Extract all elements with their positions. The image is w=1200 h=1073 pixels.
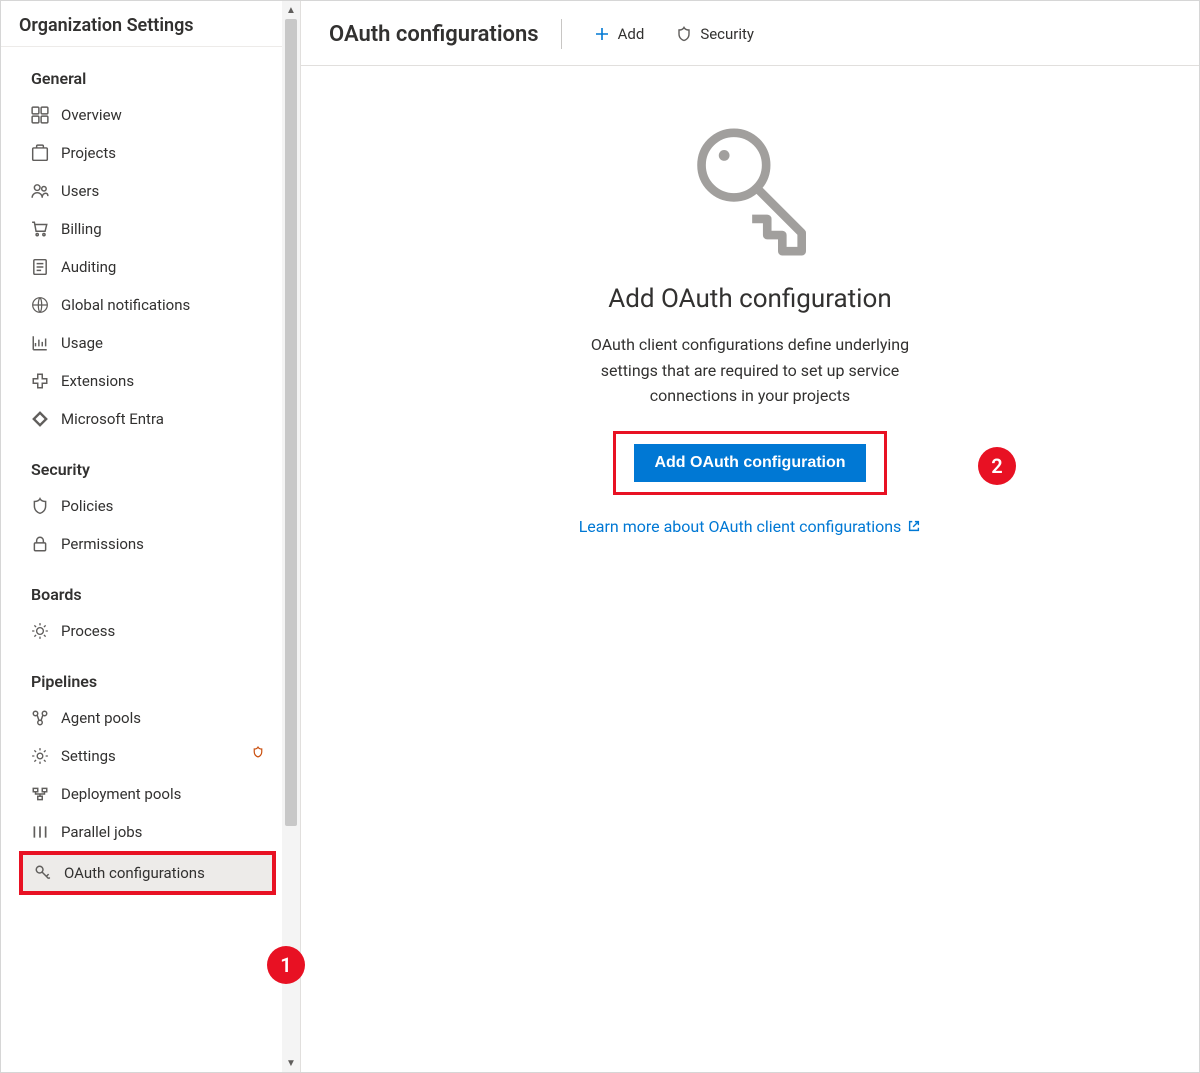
security-button[interactable]: Security — [666, 19, 764, 49]
sidebar-item-label: Users — [61, 182, 264, 200]
sidebar-item-extensions[interactable]: Extensions — [1, 362, 294, 400]
agent-pools-icon — [31, 709, 49, 727]
sidebar-item-label: Global notifications — [61, 296, 264, 314]
auditing-icon — [31, 258, 49, 276]
sidebar-item-process[interactable]: Process — [1, 612, 294, 650]
add-oauth-configuration-button[interactable]: Add OAuth configuration — [634, 444, 865, 482]
empty-state: Add OAuth configuration OAuth client con… — [301, 66, 1199, 1072]
key-icon — [34, 864, 52, 882]
sidebar-item-label: Auditing — [61, 258, 264, 276]
lock-icon — [31, 535, 49, 553]
sidebar-item-auditing[interactable]: Auditing — [1, 248, 294, 286]
process-icon — [31, 622, 49, 640]
sidebar-item-pipeline-settings[interactable]: Settings — [1, 737, 294, 775]
divider — [561, 19, 562, 49]
empty-description: OAuth client configurations define under… — [580, 332, 920, 409]
sidebar: Organization Settings General Overview P… — [1, 1, 301, 1072]
key-illustration-icon — [685, 122, 815, 262]
add-button-label: Add — [618, 25, 645, 43]
sidebar-title: Organization Settings — [1, 1, 300, 47]
annotation-callout-2: 2 — [978, 447, 1016, 485]
sidebar-item-billing[interactable]: Billing — [1, 210, 294, 248]
sidebar-item-label: Permissions — [61, 535, 264, 553]
sidebar-item-global-notifications[interactable]: Global notifications — [1, 286, 294, 324]
sidebar-item-agent-pools[interactable]: Agent pools — [1, 699, 294, 737]
sidebar-item-label: Overview — [61, 106, 264, 124]
scroll-down-icon[interactable]: ▼ — [282, 1054, 300, 1072]
section-heading-general: General — [1, 47, 294, 96]
scroll-up-icon[interactable]: ▲ — [282, 1, 300, 19]
section-heading-pipelines: Pipelines — [1, 650, 294, 699]
sidebar-item-parallel-jobs[interactable]: Parallel jobs — [1, 813, 294, 851]
sidebar-item-overview[interactable]: Overview — [1, 96, 294, 134]
policy-icon — [31, 497, 49, 515]
main: OAuth configurations Add Security — [301, 1, 1199, 1072]
gear-icon — [31, 747, 49, 765]
sidebar-item-label: Billing — [61, 220, 264, 238]
scrollbar[interactable]: ▲ ▼ — [282, 1, 300, 1072]
shield-icon — [676, 26, 692, 42]
sidebar-item-permissions[interactable]: Permissions — [1, 525, 294, 563]
entra-icon — [31, 410, 49, 428]
sidebar-item-label: Usage — [61, 334, 264, 352]
sidebar-item-policies[interactable]: Policies — [1, 487, 294, 525]
chart-icon — [31, 334, 49, 352]
page-title: OAuth configurations — [329, 22, 539, 47]
globe-icon — [31, 296, 49, 314]
extensions-icon — [31, 372, 49, 390]
sidebar-item-projects[interactable]: Projects — [1, 134, 294, 172]
sidebar-item-oauth-configurations[interactable]: OAuth configurations — [19, 851, 276, 895]
deployment-icon — [31, 785, 49, 803]
sidebar-item-label: Agent pools — [61, 709, 264, 727]
sidebar-item-label: Parallel jobs — [61, 823, 264, 841]
sidebar-item-label: Process — [61, 622, 264, 640]
section-heading-boards: Boards — [1, 563, 294, 612]
page-header: OAuth configurations Add Security — [301, 1, 1199, 66]
sidebar-item-deployment-pools[interactable]: Deployment pools — [1, 775, 294, 813]
callout-highlight-2: Add OAuth configuration — [613, 431, 886, 495]
external-link-icon — [907, 519, 921, 533]
scrollbar-track[interactable] — [282, 19, 300, 1054]
security-button-label: Security — [700, 25, 754, 43]
learn-more-link[interactable]: Learn more about OAuth client configurat… — [579, 517, 922, 536]
shield-badge-icon — [252, 746, 264, 758]
sidebar-item-entra[interactable]: Microsoft Entra — [1, 400, 294, 438]
empty-title: Add OAuth configuration — [608, 284, 891, 314]
sidebar-scroll[interactable]: General Overview Projects — [1, 47, 300, 1072]
sidebar-item-label: Settings — [61, 747, 246, 765]
cart-icon — [31, 220, 49, 238]
add-button[interactable]: Add — [584, 19, 655, 49]
sidebar-item-users[interactable]: Users — [1, 172, 294, 210]
sidebar-item-label: Policies — [61, 497, 264, 515]
project-icon — [31, 144, 49, 162]
plus-icon — [594, 26, 610, 42]
users-icon — [31, 182, 49, 200]
section-heading-security: Security — [1, 438, 294, 487]
sidebar-item-usage[interactable]: Usage — [1, 324, 294, 362]
sidebar-item-label: Extensions — [61, 372, 264, 390]
annotation-callout-1: 1 — [267, 946, 305, 984]
learn-more-label: Learn more about OAuth client configurat… — [579, 517, 902, 536]
grid-icon — [31, 106, 49, 124]
sidebar-item-label: Deployment pools — [61, 785, 264, 803]
scrollbar-thumb[interactable] — [285, 19, 297, 826]
sidebar-item-label: OAuth configurations — [64, 864, 243, 882]
sidebar-item-label: Microsoft Entra — [61, 410, 264, 428]
parallel-icon — [31, 823, 49, 841]
sidebar-item-label: Projects — [61, 144, 264, 162]
